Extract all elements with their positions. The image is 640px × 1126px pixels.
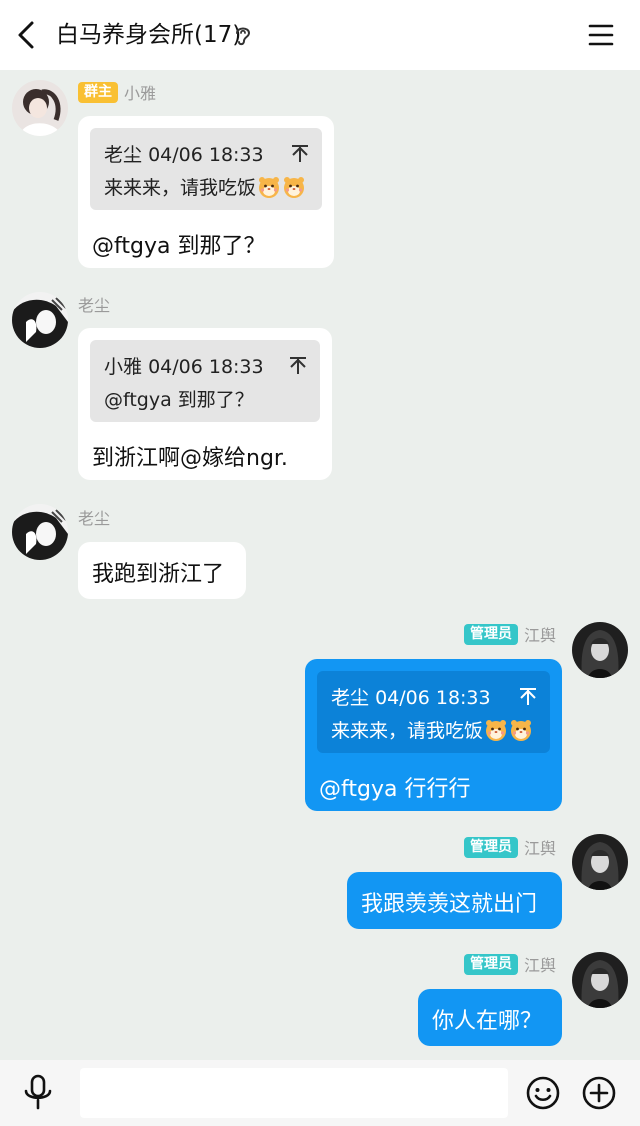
pin-icon [518, 686, 538, 706]
quote-header: 老尘 04/06 18:33 [104, 140, 264, 167]
message-bubble[interactable]: 我跟羡羡这就出门 [347, 872, 562, 929]
message-bubble[interactable]: 老尘 04/06 18:33 来来来，请我吃饭 @ftgya 行行行 [305, 659, 562, 811]
message-text: 你人在哪？ [432, 1009, 543, 1034]
ear-icon[interactable] [233, 24, 253, 48]
admin-badge: 管理员 [463, 953, 518, 975]
message-bubble[interactable]: 老尘 04/06 18:33 来来来，请我吃饭 @ftgya 到那了？ [78, 116, 334, 268]
more-button[interactable] [581, 1075, 617, 1111]
hamster-emoji-icon [509, 718, 533, 742]
chevron-left-icon [18, 21, 34, 49]
message-text: @ftgya 行行行 [319, 777, 471, 802]
message-bubble[interactable]: 我跑到浙江了 [78, 542, 246, 599]
avatar[interactable] [572, 622, 628, 678]
quote-time: 04/06 18:33 [148, 356, 264, 378]
sender-name: 江舆 [523, 839, 556, 858]
voice-button[interactable] [22, 1074, 54, 1112]
quote-header: 老尘 04/06 18:33 [331, 683, 491, 710]
sender-line: 群主 小雅 [78, 80, 156, 104]
hamster-emoji-icon [282, 175, 306, 199]
hamster-emoji-icon [484, 718, 508, 742]
admin-badge: 管理员 [463, 623, 518, 645]
sender-line: 管理员 江舆 [463, 835, 556, 859]
sender-line: 管理员 江舆 [463, 952, 556, 976]
smiley-icon [526, 1076, 560, 1110]
avatar[interactable] [572, 834, 628, 890]
top-bar: 白马养身会所(17) [0, 0, 640, 70]
avatar[interactable] [12, 504, 68, 560]
back-button[interactable] [12, 17, 46, 53]
quote-header: 小雅 04/06 18:33 [104, 352, 264, 379]
pin-icon [290, 143, 310, 163]
chat-title: 白马养身会所(17) [56, 22, 242, 48]
quote-author: 老尘 [104, 144, 143, 166]
message-text: 到浙江啊@嫁给ngr. [92, 446, 288, 471]
message-text: 我跟羡羡这就出门 [361, 892, 538, 917]
message-text: @ftgya 到那了？ [92, 234, 266, 259]
sender-name: 小雅 [124, 84, 157, 103]
sender-line: 老尘 [78, 292, 110, 316]
menu-icon [588, 24, 614, 46]
emoji-button[interactable] [525, 1075, 561, 1111]
quote-time: 04/06 18:33 [375, 687, 491, 709]
message-bubble[interactable]: 你人在哪？ [418, 989, 562, 1046]
message-bubble[interactable]: 小雅 04/06 18:33 @ftgya 到那了？ 到浙江啊@嫁给ngr. [78, 328, 332, 480]
admin-badge: 管理员 [463, 836, 518, 858]
sender-name: 老尘 [78, 509, 111, 528]
avatar[interactable] [12, 80, 68, 136]
quoted-message[interactable]: 老尘 04/06 18:33 来来来，请我吃饭 [317, 671, 550, 753]
sender-name: 江舆 [523, 626, 556, 645]
plus-circle-icon [582, 1076, 616, 1110]
avatar[interactable] [572, 952, 628, 1008]
hamster-emoji-icon [257, 175, 281, 199]
message-input[interactable] [80, 1068, 508, 1118]
quote-author: 小雅 [104, 356, 143, 378]
owner-badge: 群主 [78, 81, 118, 103]
quote-text: 来来来，请我吃饭 [104, 177, 257, 199]
quote-author: 老尘 [331, 687, 370, 709]
input-bar [0, 1060, 640, 1126]
quote-text-line: 来来来，请我吃饭 [331, 716, 533, 743]
menu-button[interactable] [584, 18, 618, 52]
quote-text-line: @ftgya 到那了？ [104, 385, 254, 412]
sender-name: 老尘 [78, 296, 111, 315]
quote-text: @ftgya 到那了？ [104, 389, 254, 411]
quoted-message[interactable]: 老尘 04/06 18:33 来来来，请我吃饭 [90, 128, 322, 210]
sender-name: 江舆 [523, 956, 556, 975]
message-text: 我跑到浙江了 [92, 562, 225, 587]
sender-line: 老尘 [78, 505, 110, 529]
pin-icon [288, 355, 308, 375]
microphone-icon [24, 1074, 52, 1110]
quoted-message[interactable]: 小雅 04/06 18:33 @ftgya 到那了？ [90, 340, 320, 422]
sender-line: 管理员 江舆 [463, 622, 556, 646]
quote-text-line: 来来来，请我吃饭 [104, 173, 306, 200]
quote-time: 04/06 18:33 [148, 144, 264, 166]
quote-text: 来来来，请我吃饭 [331, 720, 484, 742]
avatar[interactable] [12, 292, 68, 348]
